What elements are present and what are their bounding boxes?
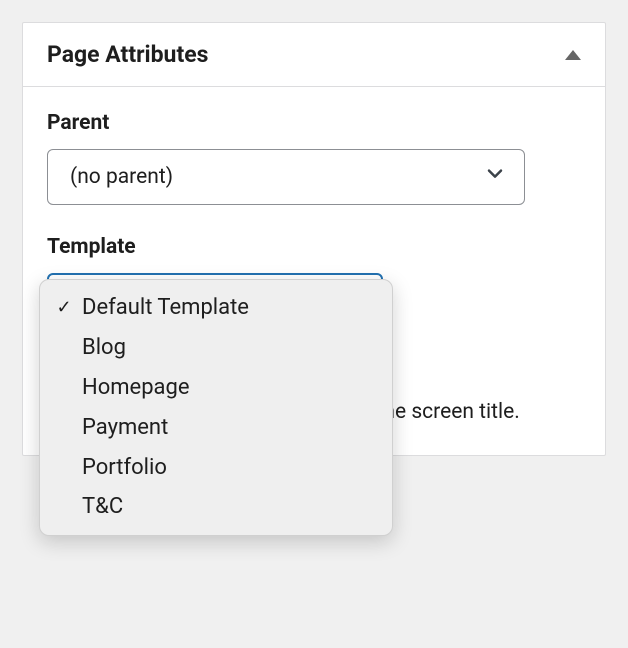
template-option-label: T&C — [82, 491, 123, 523]
check-icon: ✓ — [52, 295, 76, 321]
template-option-label: Blog — [82, 332, 126, 364]
template-option[interactable]: Payment — [40, 408, 392, 448]
template-option-label: Payment — [82, 412, 168, 444]
parent-select-value: (no parent) — [70, 165, 173, 189]
page-attributes-panel: Page Attributes Parent (no parent) Templ… — [22, 22, 606, 456]
template-option[interactable]: Blog — [40, 328, 392, 368]
template-option[interactable]: Homepage — [40, 368, 392, 408]
template-dropdown-menu: ✓Default Template Blog Homepage Payment Port… — [39, 279, 393, 536]
template-option-label: Homepage — [82, 372, 190, 404]
panel-title: Page Attributes — [47, 41, 208, 68]
panel-body: Parent (no parent) Template ✓Default Tem… — [23, 87, 605, 455]
template-select[interactable]: ✓Default TemplateBlogHomepagePaymentPort… — [47, 273, 383, 329]
template-option-label: Portfolio — [82, 452, 167, 484]
template-option[interactable]: T&C — [40, 487, 392, 527]
parent-label: Parent — [47, 111, 581, 135]
template-option[interactable]: Portfolio — [40, 448, 392, 488]
panel-header[interactable]: Page Attributes — [23, 23, 605, 87]
template-option[interactable]: ✓Default Template — [40, 288, 392, 328]
collapse-up-icon — [565, 50, 581, 60]
template-label: Template — [47, 235, 581, 259]
template-option-label: Default Template — [82, 292, 249, 324]
parent-select[interactable]: (no parent) — [47, 149, 525, 205]
